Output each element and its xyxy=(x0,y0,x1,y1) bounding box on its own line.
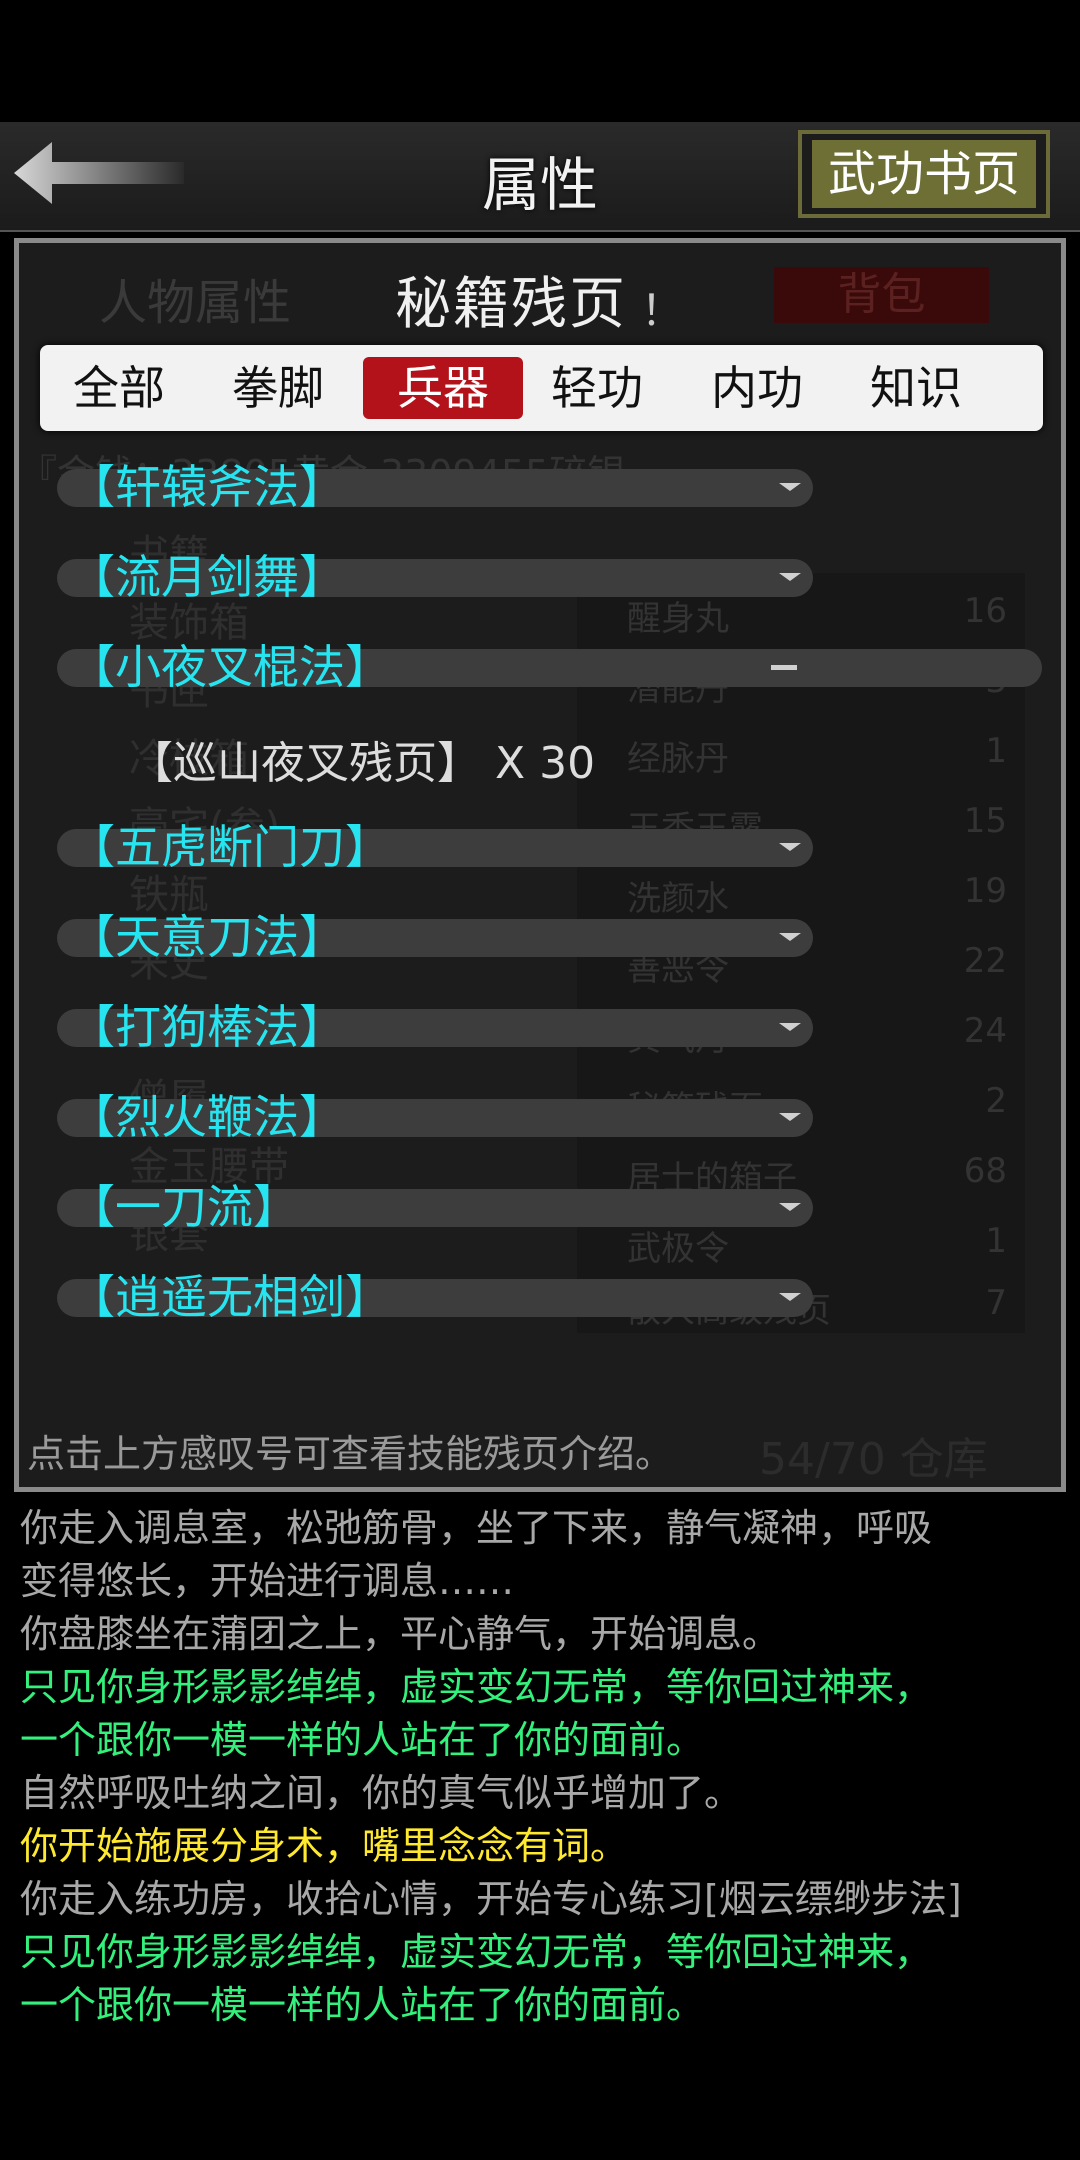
skill-name: 【天意刀法】 xyxy=(69,910,345,964)
log-line: 只见你身形影影绰绰，虚实变幻无常，等你回过神来， xyxy=(20,1665,933,1709)
top-bar: 属性 武功书页 xyxy=(0,122,1080,232)
bg-storage-slots: 54/70 仓库 xyxy=(759,1434,988,1485)
secret-pages-panel: 人物属性 背包 『金钱：33805黄金 3309455碎银 书籍 装饰箱 书匣 … xyxy=(14,238,1066,1492)
filter-tab-lightness[interactable]: 轻功 xyxy=(517,357,677,419)
message-log[interactable]: 你走入调息室，松弛筋骨，坐了下来，静气凝神，呼吸 变得悠长，开始进行调息…… 你… xyxy=(20,1502,1065,2032)
hint-text: 点击上方感叹号可查看技能残页介绍。 xyxy=(27,1432,674,1476)
chevron-down-icon xyxy=(779,1113,801,1121)
log-line: 你走入练功房，收拾心情，开始专心练习[烟云缥缈步法] xyxy=(20,1877,962,1921)
skill-row[interactable]: 【逍遥无相剑】 xyxy=(19,1253,1061,1343)
log-line: 你开始施展分身术，嘴里念念有词。 xyxy=(20,1824,629,1868)
secret-pages-title-text: 秘籍残页 xyxy=(394,272,627,337)
skill-name: 【轩辕斧法】 xyxy=(69,460,345,514)
skill-row[interactable]: 【天意刀法】 xyxy=(19,893,1061,983)
skill-name: 【小夜叉棍法】 xyxy=(69,640,391,694)
secret-page-entry[interactable]: 【巡山夜叉残页】 X 30 xyxy=(19,713,1061,803)
skill-name: 【流月剑舞】 xyxy=(69,550,345,604)
chevron-down-icon xyxy=(779,933,801,941)
log-line: 一个跟你一模一样的人站在了你的面前。 xyxy=(20,1983,705,2027)
skill-row[interactable]: 【一刀流】 xyxy=(19,1163,1061,1253)
skill-row[interactable]: 【烈火鞭法】 xyxy=(19,1073,1061,1163)
skill-name: 【逍遥无相剑】 xyxy=(69,1270,391,1324)
exclamation-icon[interactable]: ！ xyxy=(641,286,685,335)
filter-tab-all[interactable]: 全部 xyxy=(39,357,199,419)
log-line: 你走入调息室，松弛筋骨，坐了下来，静气凝神，呼吸 xyxy=(20,1506,933,1550)
skill-name: 【打狗棒法】 xyxy=(69,1000,345,1054)
filter-tab-weapon[interactable]: 兵器 xyxy=(363,357,523,419)
chevron-down-icon xyxy=(779,483,801,491)
collapse-icon xyxy=(771,665,797,670)
martial-book-button-label: 武功书页 xyxy=(812,140,1036,208)
log-line: 自然呼吸吐纳之间，你的真气似乎增加了。 xyxy=(20,1771,743,1815)
log-line: 变得悠长，开始进行调息…… xyxy=(20,1559,515,1603)
filter-tab-internal[interactable]: 内功 xyxy=(677,357,837,419)
skill-row[interactable]: 【五虎断门刀】 xyxy=(19,803,1061,893)
filter-tab-fist[interactable]: 拳脚 xyxy=(198,357,358,419)
skill-row-expanded[interactable]: 【小夜叉棍法】 xyxy=(19,623,1061,713)
skill-name: 【五虎断门刀】 xyxy=(69,820,391,874)
skill-row[interactable]: 【打狗棒法】 xyxy=(19,983,1061,1073)
filter-tab-knowledge[interactable]: 知识 xyxy=(836,357,996,419)
skill-row[interactable]: 【轩辕斧法】 xyxy=(19,443,1061,533)
skill-name: 【一刀流】 xyxy=(69,1180,299,1234)
log-line: 你盘膝坐在蒲团之上，平心静气，开始调息。 xyxy=(20,1612,781,1656)
log-line: 只见你身形影影绰绰，虚实变幻无常，等你回过神来， xyxy=(20,1930,933,1974)
martial-book-button[interactable]: 武功书页 xyxy=(798,130,1050,218)
secret-pages-title: 秘籍残页 ！ xyxy=(19,259,1061,340)
log-line: 一个跟你一模一样的人站在了你的面前。 xyxy=(20,1718,705,1762)
secret-page-entry-text: 【巡山夜叉残页】 X 30 xyxy=(129,738,596,789)
chevron-down-icon xyxy=(779,1203,801,1211)
chevron-down-icon xyxy=(779,843,801,851)
category-filter-bar: 全部 拳脚 兵器 轻功 内功 知识 xyxy=(40,345,1043,431)
chevron-down-icon xyxy=(779,1293,801,1301)
skill-name: 【烈火鞭法】 xyxy=(69,1090,345,1144)
chevron-down-icon xyxy=(779,1023,801,1031)
skill-row[interactable]: 【流月剑舞】 xyxy=(19,533,1061,623)
chevron-down-icon xyxy=(779,573,801,581)
